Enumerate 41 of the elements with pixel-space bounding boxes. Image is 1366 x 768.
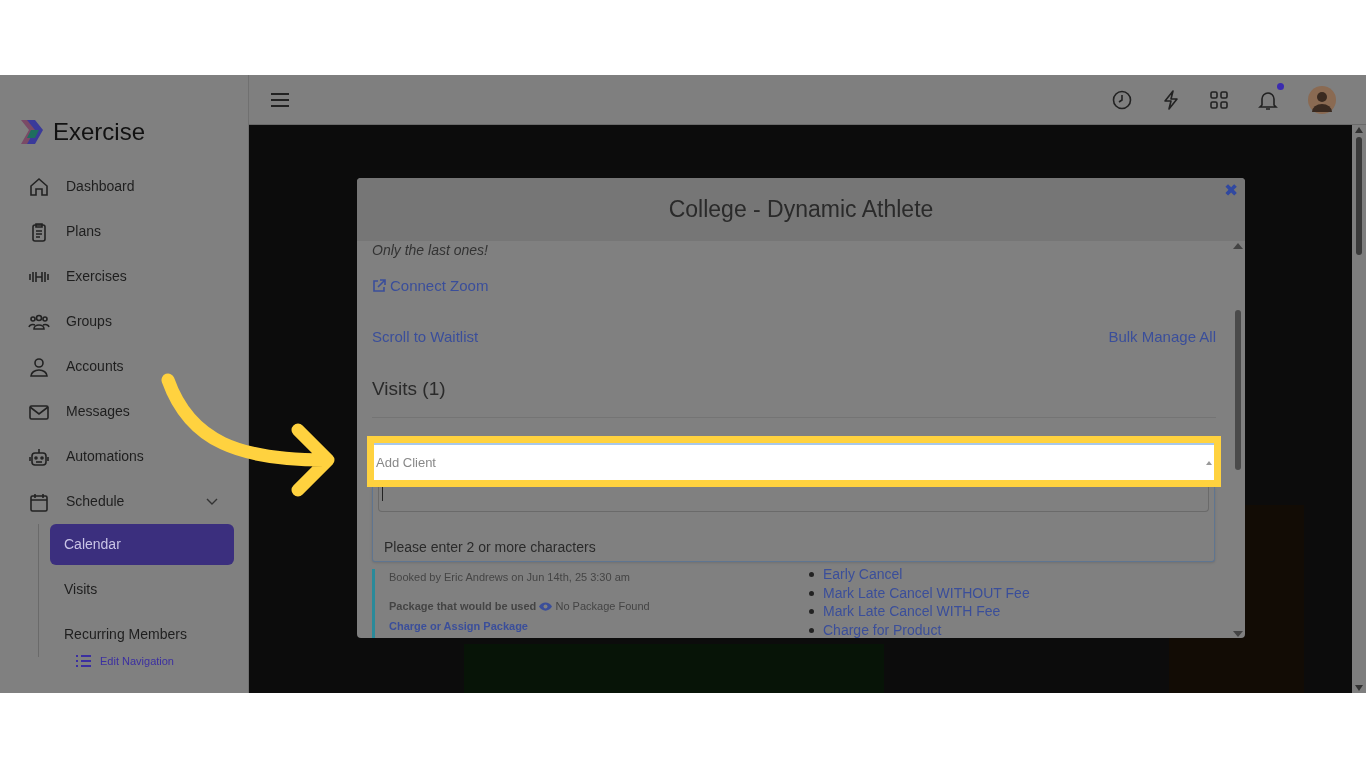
- sidebar-item[interactable]: Plans: [0, 209, 248, 254]
- external-link-icon: [372, 279, 386, 294]
- bullet-icon: [809, 627, 814, 633]
- lightning-icon[interactable]: [1162, 89, 1180, 110]
- sidebar-item[interactable]: Messages: [0, 389, 248, 434]
- edit-navigation-link[interactable]: Edit Navigation: [76, 653, 248, 670]
- bullet-icon: [809, 572, 814, 577]
- list-icon: [76, 655, 91, 668]
- scroll-up-icon[interactable]: [1355, 127, 1363, 133]
- sidebar-item[interactable]: Schedule: [0, 479, 248, 524]
- home-icon: [28, 175, 50, 198]
- bullet-icon: [809, 609, 814, 614]
- modal-title: College - Dynamic Athlete: [668, 195, 934, 225]
- sidebar-item[interactable]: Automations: [0, 434, 248, 479]
- grid-icon[interactable]: [1210, 90, 1228, 109]
- sidebar-subitem[interactable]: Visits: [50, 569, 234, 610]
- menu-icon[interactable]: [271, 92, 289, 107]
- avatar[interactable]: [1308, 85, 1336, 114]
- scroll-down-icon[interactable]: [1233, 631, 1243, 637]
- user-icon: [28, 355, 50, 378]
- sidebar-subitem[interactable]: Calendar: [50, 524, 234, 565]
- bullet-icon: [809, 590, 814, 596]
- scroll-up-icon[interactable]: [1233, 243, 1243, 249]
- sidebar-item[interactable]: Dashboard: [0, 164, 248, 209]
- note-text: Only the last ones!: [372, 242, 489, 258]
- package-value: No Package Found: [555, 599, 650, 612]
- dropdown-message: Please enter 2 or more characters: [383, 538, 597, 557]
- scrollbar-thumb[interactable]: [1235, 310, 1241, 470]
- caret-up-icon: [1206, 460, 1212, 465]
- visits-heading: Visits (1): [372, 374, 1216, 419]
- package-label: Package that would be used: [389, 599, 537, 612]
- eye-icon[interactable]: [539, 602, 553, 612]
- sidebar-item[interactable]: Groups: [0, 299, 248, 344]
- scroll-down-icon[interactable]: [1355, 685, 1363, 691]
- chevron-icon[interactable]: [206, 497, 218, 506]
- scrollbar-thumb[interactable]: [1356, 137, 1362, 255]
- sidebar-item[interactable]: Exercises: [0, 254, 248, 299]
- app-name: Exercise: [53, 117, 146, 147]
- sidebar-item[interactable]: Accounts: [0, 344, 248, 389]
- sidebar-subitem[interactable]: Recurring Members: [50, 614, 234, 655]
- clock-icon[interactable]: [1112, 89, 1132, 110]
